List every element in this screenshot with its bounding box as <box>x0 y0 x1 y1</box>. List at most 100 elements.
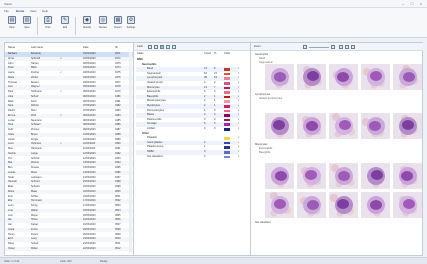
cell-image[interactable] <box>361 163 390 189</box>
print-icon: ⎙ <box>44 16 52 24</box>
list-scrollbar[interactable] <box>129 52 132 252</box>
gallery-subgroup-label[interactable]: Band <box>259 57 265 60</box>
col-class[interactable]: Class <box>137 52 144 55</box>
color-swatch[interactable] <box>224 100 230 103</box>
classify-button[interactable]: ◆ Classify <box>80 16 94 34</box>
color-swatch[interactable] <box>224 141 230 145</box>
dropdown-icon[interactable]: ▾ <box>238 127 239 132</box>
tab-view[interactable]: View <box>30 9 36 13</box>
edit-button[interactable]: ✎ Edit <box>58 16 72 34</box>
maximize-button[interactable]: □ <box>408 1 416 6</box>
color-swatch[interactable] <box>224 155 230 159</box>
cell-image[interactable] <box>297 192 326 218</box>
dropdown-icon[interactable]: ▾ <box>238 155 239 160</box>
cell-image[interactable] <box>329 163 358 189</box>
gallery-subgroup-label[interactable]: Eosinophils <box>259 147 272 150</box>
gallery-subgroup-label[interactable]: Variant lymphocytes <box>259 97 282 100</box>
class-toolbar: Cells <box>134 43 250 51</box>
cell-image[interactable] <box>329 192 358 218</box>
gallery-group-label[interactable]: Not classified <box>255 221 270 224</box>
tab-file[interactable]: File <box>4 9 9 13</box>
close-button[interactable]: × <box>417 1 425 6</box>
color-swatch[interactable] <box>224 86 230 90</box>
col-id[interactable]: ID <box>115 46 118 49</box>
col-last-name[interactable]: Last name <box>31 46 43 49</box>
color-swatch[interactable] <box>224 72 230 76</box>
color-swatch[interactable] <box>224 68 230 71</box>
cell-image[interactable] <box>361 64 390 90</box>
gallery-group-label[interactable]: Monocytes <box>255 143 268 146</box>
color-swatch[interactable] <box>224 128 230 131</box>
sort-icon[interactable] <box>172 45 176 49</box>
col-color[interactable]: Color <box>224 52 230 55</box>
cell-image[interactable] <box>265 163 294 189</box>
cell-image[interactable] <box>329 113 358 139</box>
cell-image[interactable] <box>393 163 422 189</box>
cell-image[interactable] <box>297 163 326 189</box>
tree-item[interactable]: Not classified <box>147 155 162 160</box>
edit-icon: ✎ <box>61 16 69 24</box>
color-swatch[interactable] <box>224 95 230 99</box>
cell-image[interactable] <box>265 192 294 218</box>
col-pct[interactable]: % <box>214 52 216 55</box>
color-swatch[interactable] <box>224 151 230 154</box>
grid-view-icon[interactable] <box>339 45 343 49</box>
gear-icon: ⚙ <box>127 16 135 24</box>
color-swatch[interactable] <box>224 118 230 122</box>
color-swatch[interactable] <box>224 109 230 113</box>
cell-image[interactable] <box>329 64 358 90</box>
gallery-group-label[interactable]: Neutrophils <box>255 53 268 56</box>
cell-image[interactable] <box>393 64 422 90</box>
status-slide: Slide: 1 of 42 <box>4 260 20 263</box>
color-swatch[interactable] <box>224 146 230 149</box>
zoom-out-icon[interactable] <box>303 45 307 49</box>
report-button[interactable]: ▦ Report <box>111 16 125 34</box>
gallery-group-label[interactable]: Lymphocytes <box>255 93 270 96</box>
tab-home[interactable]: Home <box>16 9 24 13</box>
zoom-slider[interactable] <box>309 46 329 48</box>
patient-list: Name Last name Date ID Barbara Edwards 01/… <box>5 43 133 255</box>
save-icon: ▥ <box>23 16 31 24</box>
color-swatch[interactable] <box>224 82 230 85</box>
save-button[interactable]: ▥ Save <box>20 16 34 34</box>
gallery-subgroup-label[interactable]: Basophils <box>259 151 270 154</box>
cell-image[interactable] <box>265 113 294 139</box>
color-swatch[interactable] <box>224 137 230 140</box>
color-swatch[interactable] <box>224 91 230 94</box>
ribbon-separator <box>37 17 38 35</box>
class-toolbar-label: Cells <box>137 45 143 48</box>
class-panel: Cells Class Count % Color WBC Neutrophils… <box>134 43 250 255</box>
cell-id: 0512 <box>115 246 121 250</box>
fit-icon[interactable] <box>351 45 355 49</box>
minimize-button[interactable]: – <box>399 1 407 6</box>
gallery-toolbar-label: Zoom <box>254 45 261 48</box>
review-button[interactable]: ◎ Review <box>96 16 110 34</box>
cell-image[interactable] <box>361 192 390 218</box>
color-swatch[interactable] <box>224 105 230 108</box>
open-button[interactable]: ▤ Open <box>5 16 19 34</box>
status-bar: Slide: 1 of 42 Cells: 200 Ready <box>0 257 427 264</box>
col-name[interactable]: Name <box>8 46 15 49</box>
col-count[interactable]: Count <box>204 52 211 55</box>
print-button[interactable]: ⎙ Print <box>41 16 55 34</box>
filter-icon[interactable] <box>166 45 170 49</box>
cell-image[interactable] <box>265 64 294 90</box>
tab-help[interactable]: Help <box>42 9 48 13</box>
collapse-icon[interactable] <box>154 45 158 49</box>
accept-icon[interactable] <box>160 45 164 49</box>
zoom-in-icon[interactable] <box>331 45 335 49</box>
expand-icon[interactable] <box>148 45 152 49</box>
color-swatch[interactable] <box>224 123 230 126</box>
cell-image[interactable] <box>393 113 422 139</box>
color-swatch[interactable] <box>224 114 230 117</box>
edit-label: Edit <box>62 26 68 29</box>
col-date[interactable]: Date <box>83 46 88 49</box>
cell-image[interactable] <box>297 113 326 139</box>
cell-image[interactable] <box>361 113 390 139</box>
cell-image[interactable] <box>393 192 422 218</box>
cell-image[interactable] <box>297 64 326 90</box>
color-swatch[interactable] <box>224 77 230 80</box>
table-row[interactable]: Oskar Möller 22/03/2023 0512 <box>5 246 133 252</box>
list-view-icon[interactable] <box>345 45 349 49</box>
settings-button[interactable]: ⚙ Settings <box>124 16 138 34</box>
